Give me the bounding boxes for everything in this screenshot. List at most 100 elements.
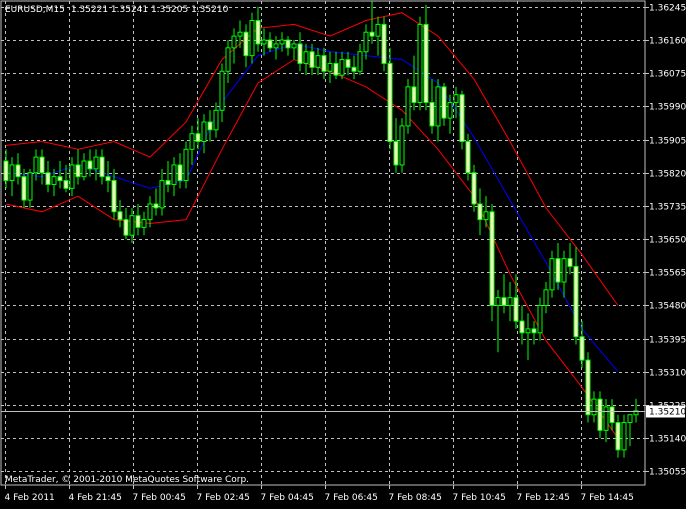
candle-body [603,406,609,431]
candle-body [429,101,435,127]
candle-body [375,23,381,37]
candle-body [441,86,447,119]
candle-body [567,258,573,267]
candle-body [105,176,111,182]
candle-body [549,258,555,291]
candle-body [99,156,105,178]
candle-body [129,215,135,236]
x-tick-label: 7 Feb 14:45 [581,493,634,503]
candle-body [93,156,99,170]
candle-body [345,59,351,68]
candle-body [501,297,507,306]
candle-body [585,359,591,416]
candle-body [3,160,9,182]
candle-body [249,20,255,57]
candle-body [573,265,579,338]
candle-body [33,156,39,174]
candle-body [237,31,243,37]
copyright-label: MetaTrader, © 2001-2010 MetaQuotes Softw… [5,475,249,485]
y-tick-label: 1.35905 [649,137,686,147]
y-tick-label: 1.35990 [649,103,686,113]
candle-body [543,289,549,306]
y-tick-label: 1.35735 [649,203,686,213]
candle-body [279,39,285,45]
candle-body [111,180,117,213]
candle-body [81,160,87,178]
candle-body [147,203,153,221]
candle-body [303,51,309,64]
candle-body [267,39,273,49]
candle-body [315,55,321,68]
candle-body [351,66,357,72]
candle-body [339,59,345,76]
y-tick-label: 1.35565 [649,269,686,279]
y-tick-label: 1.35055 [649,468,686,478]
candle-body [195,133,201,143]
candle-body [327,62,333,72]
candle-body [123,219,129,236]
x-tick-label: 4 Feb 2011 [5,493,55,503]
candle-body [45,172,51,185]
candle-body [15,164,21,178]
candle-body [591,398,597,416]
candle-body [369,31,375,37]
candle-body [561,258,567,283]
candle-body [459,94,465,143]
chart-header: EURUSD,M15 1.35221 1.35241 1.35205 1.3521… [5,5,229,15]
candle-body [333,62,339,76]
x-tick-label: 7 Feb 00:45 [133,493,186,503]
candle-body [273,43,279,49]
candle-body [189,133,195,150]
candle-body [447,101,453,119]
candle-body [285,39,291,49]
candle-body [477,203,483,221]
candle-body [87,160,93,170]
candle-body [507,297,513,306]
candle-body [399,125,405,166]
candle-body [141,219,147,228]
candle-body [177,164,183,182]
candle-body [363,31,369,53]
candle-body [261,39,267,45]
candle-body [297,43,303,64]
candle-body [57,176,63,182]
y-tick-label: 1.35820 [649,170,686,180]
candle-body [219,70,225,111]
candle-body [201,121,207,143]
y-tick-label: 1.35480 [649,302,686,312]
candle-body [51,176,57,185]
candle-body [231,35,237,49]
candle-body [495,297,501,306]
candle-body [525,328,531,334]
candle-body [579,336,585,361]
price-chart[interactable]: 1.36245 1.36160 1.36075 1.35990 1.35905 1.358… [0,0,686,509]
candle-body [621,422,627,451]
chart-background [0,0,686,509]
candle-body [411,86,417,103]
x-tick-label: 7 Feb 10:45 [453,493,506,503]
y-tick-label: 1.35310 [649,369,686,379]
candle-body [117,211,123,221]
candle-body [135,215,141,228]
candle-body [357,51,363,72]
y-tick-label: 1.36075 [649,70,686,80]
candle-body [513,297,519,322]
candle-body [165,180,171,185]
y-tick-label: 1.36245 [649,4,686,14]
candle-body [39,156,45,174]
candle-body [27,172,33,201]
y-tick-label: 1.36160 [649,37,686,47]
symbol-label: EURUSD,M15 [5,5,65,15]
x-tick-label: 7 Feb 12:45 [517,493,570,503]
candle-body [405,86,411,127]
candle-body [381,23,387,64]
candle-body [321,55,327,72]
y-tick-label: 1.35395 [649,336,686,346]
candle-body [291,43,297,49]
candle-body [519,320,525,334]
candle-body [63,180,69,189]
x-tick-label: 7 Feb 06:45 [325,493,378,503]
candle-body [597,398,603,431]
y-tick-label: 1.35140 [649,435,686,445]
candle-body [171,164,177,185]
